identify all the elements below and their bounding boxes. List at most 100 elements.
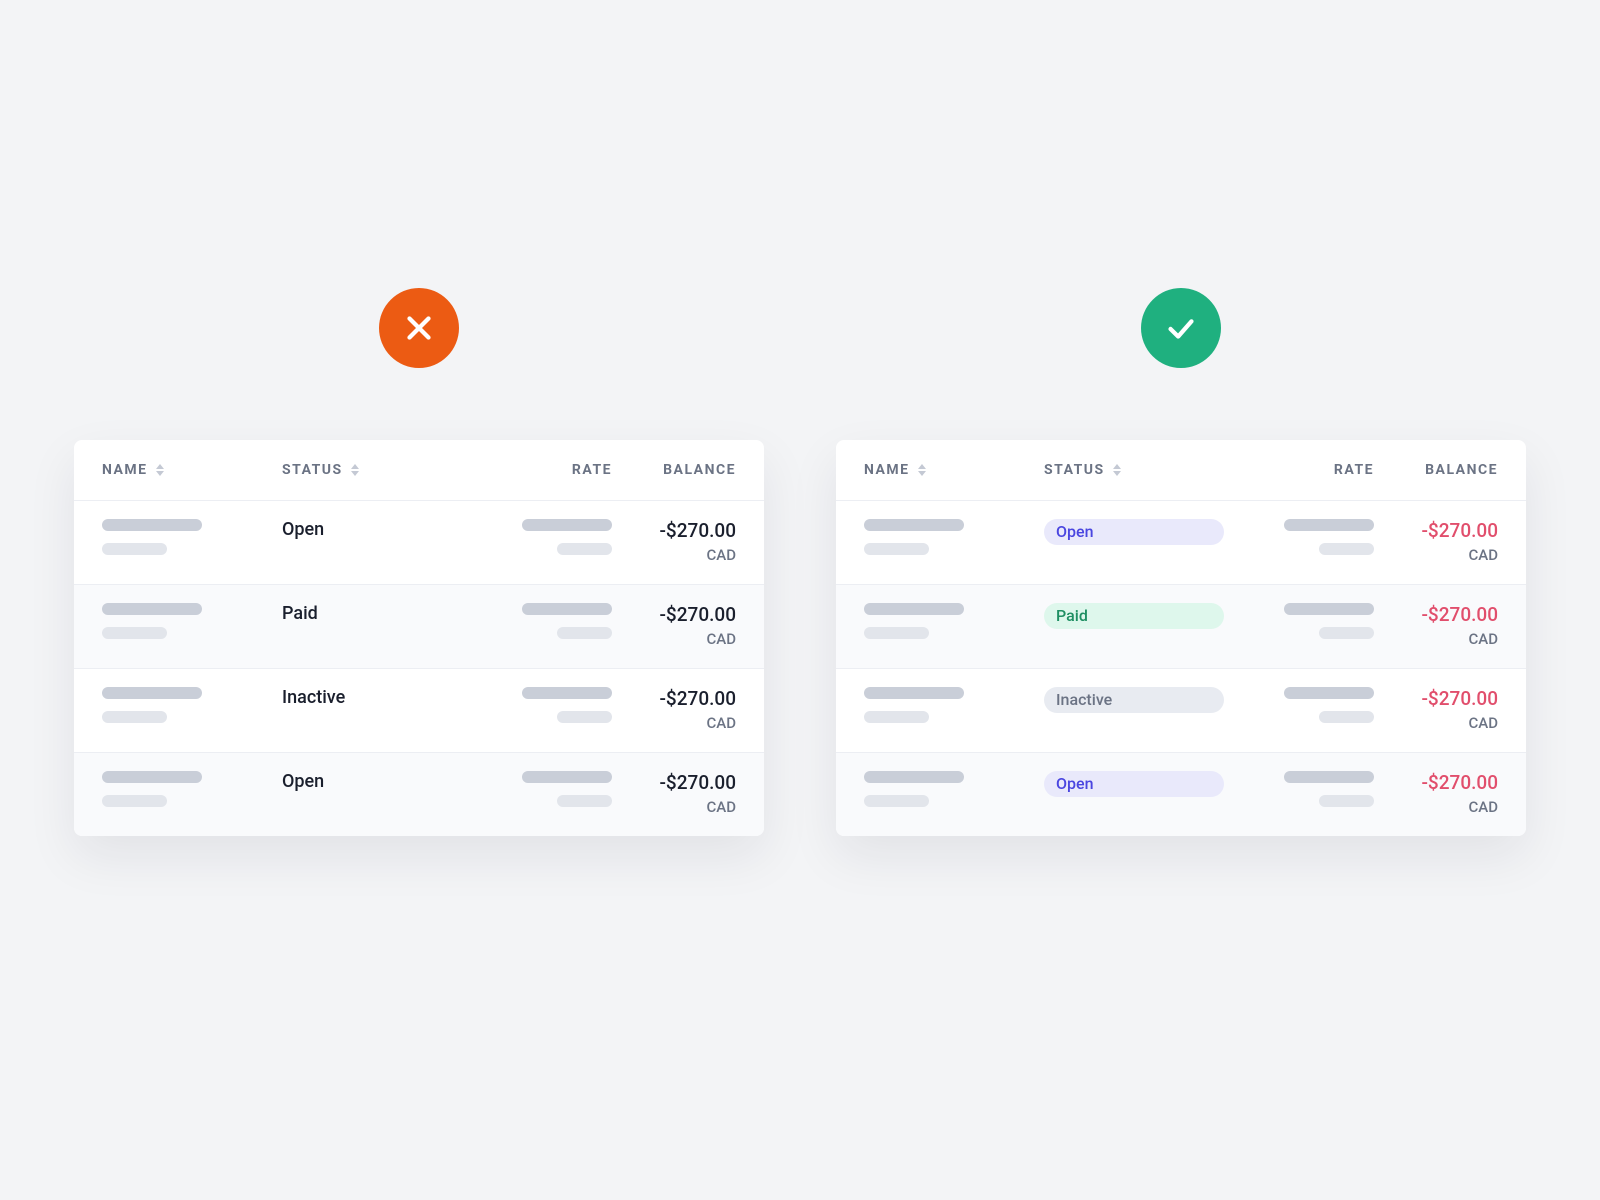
status-text: Inactive xyxy=(282,687,462,708)
table-row: Open -$270.00 CAD xyxy=(74,500,764,584)
cell-name xyxy=(102,687,282,723)
col-header-status[interactable]: STATUS xyxy=(282,462,462,478)
col-header-label: STATUS xyxy=(1044,462,1105,478)
balance-amount: -$270.00 xyxy=(659,771,736,794)
status-badge: Paid xyxy=(1044,603,1224,629)
skeleton-bar xyxy=(102,543,167,555)
table-bad: NAME STATUS RATE BALANCE xyxy=(74,440,764,836)
balance-amount: -$270.00 xyxy=(1421,519,1498,542)
skeleton-bar xyxy=(1319,711,1374,723)
skeleton-bar xyxy=(1284,603,1374,615)
cell-status: Open xyxy=(1044,771,1224,797)
cell-rate xyxy=(1224,771,1374,807)
cell-status: Paid xyxy=(1044,603,1224,629)
col-header-rate: RATE xyxy=(1224,462,1374,478)
cell-balance: -$270.00 CAD xyxy=(612,687,736,732)
skeleton-bar xyxy=(1284,519,1374,531)
skeleton-bar xyxy=(102,771,202,783)
col-header-status[interactable]: STATUS xyxy=(1044,462,1224,478)
table-row: Inactive -$270.00 CAD xyxy=(836,668,1526,752)
skeleton-bar xyxy=(1319,543,1374,555)
cell-balance: -$270.00 CAD xyxy=(1374,687,1498,732)
col-header-label: BALANCE xyxy=(1425,462,1498,478)
skeleton-bar xyxy=(102,627,167,639)
table-header: NAME STATUS RATE BALANCE xyxy=(74,440,764,500)
cell-name xyxy=(864,771,1044,807)
cell-rate xyxy=(462,687,612,723)
cell-rate xyxy=(1224,519,1374,555)
skeleton-bar xyxy=(864,711,929,723)
cell-rate xyxy=(1224,603,1374,639)
status-badge: Open xyxy=(1044,771,1224,797)
skeleton-bar xyxy=(522,519,612,531)
col-header-label: NAME xyxy=(102,462,148,478)
cell-status: Open xyxy=(282,771,462,792)
skeleton-bar xyxy=(557,543,612,555)
cell-status: Open xyxy=(282,519,462,540)
balance-currency: CAD xyxy=(1468,714,1498,732)
table-header: NAME STATUS RATE BALANCE xyxy=(836,440,1526,500)
table-good: NAME STATUS RATE BALANCE xyxy=(836,440,1526,836)
sort-icon xyxy=(918,464,926,476)
balance-amount: -$270.00 xyxy=(659,519,736,542)
sort-icon xyxy=(156,464,164,476)
col-header-balance: BALANCE xyxy=(1374,462,1498,478)
table-row: Paid -$270.00 CAD xyxy=(836,584,1526,668)
balance-amount: -$270.00 xyxy=(1421,771,1498,794)
skeleton-bar xyxy=(1319,795,1374,807)
cell-rate xyxy=(1224,687,1374,723)
skeleton-bar xyxy=(102,687,202,699)
x-icon xyxy=(379,288,459,368)
skeleton-bar xyxy=(522,687,612,699)
cell-name xyxy=(864,519,1044,555)
skeleton-bar xyxy=(864,627,929,639)
col-header-rate: RATE xyxy=(462,462,612,478)
skeleton-bar xyxy=(102,711,167,723)
cell-status: Inactive xyxy=(282,687,462,708)
balance-currency: CAD xyxy=(1468,546,1498,564)
skeleton-bar xyxy=(522,771,612,783)
status-text: Open xyxy=(282,519,462,540)
sort-icon xyxy=(1113,464,1121,476)
col-header-name[interactable]: NAME xyxy=(102,462,282,478)
balance-currency: CAD xyxy=(706,630,736,648)
cell-name xyxy=(102,771,282,807)
skeleton-bar xyxy=(557,795,612,807)
balance-amount: -$270.00 xyxy=(1421,687,1498,710)
cell-balance: -$270.00 CAD xyxy=(1374,603,1498,648)
status-text: Open xyxy=(282,771,462,792)
skeleton-bar xyxy=(102,519,202,531)
dont-example: NAME STATUS RATE BALANCE xyxy=(74,288,764,1200)
status-badge: Inactive xyxy=(1044,687,1224,713)
balance-currency: CAD xyxy=(1468,630,1498,648)
skeleton-bar xyxy=(864,543,929,555)
cell-status: Paid xyxy=(282,603,462,624)
skeleton-bar xyxy=(522,603,612,615)
col-header-balance: BALANCE xyxy=(612,462,736,478)
table-row: Open -$270.00 CAD xyxy=(74,752,764,836)
table-row: Inactive -$270.00 CAD xyxy=(74,668,764,752)
cell-name xyxy=(864,603,1044,639)
skeleton-bar xyxy=(1284,687,1374,699)
cell-balance: -$270.00 CAD xyxy=(1374,771,1498,816)
check-icon xyxy=(1141,288,1221,368)
balance-currency: CAD xyxy=(706,546,736,564)
cell-name xyxy=(864,687,1044,723)
col-header-name[interactable]: NAME xyxy=(864,462,1044,478)
table-row: Open -$270.00 CAD xyxy=(836,500,1526,584)
cell-balance: -$270.00 CAD xyxy=(612,603,736,648)
table-row: Open -$270.00 CAD xyxy=(836,752,1526,836)
skeleton-bar xyxy=(864,687,964,699)
cell-status: Open xyxy=(1044,519,1224,545)
skeleton-bar xyxy=(102,603,202,615)
cell-rate xyxy=(462,771,612,807)
col-header-label: NAME xyxy=(864,462,910,478)
skeleton-bar xyxy=(1319,627,1374,639)
balance-currency: CAD xyxy=(706,798,736,816)
cell-balance: -$270.00 CAD xyxy=(1374,519,1498,564)
col-header-label: STATUS xyxy=(282,462,343,478)
cell-balance: -$270.00 CAD xyxy=(612,771,736,816)
balance-amount: -$270.00 xyxy=(659,603,736,626)
balance-amount: -$270.00 xyxy=(1421,603,1498,626)
skeleton-bar xyxy=(102,795,167,807)
